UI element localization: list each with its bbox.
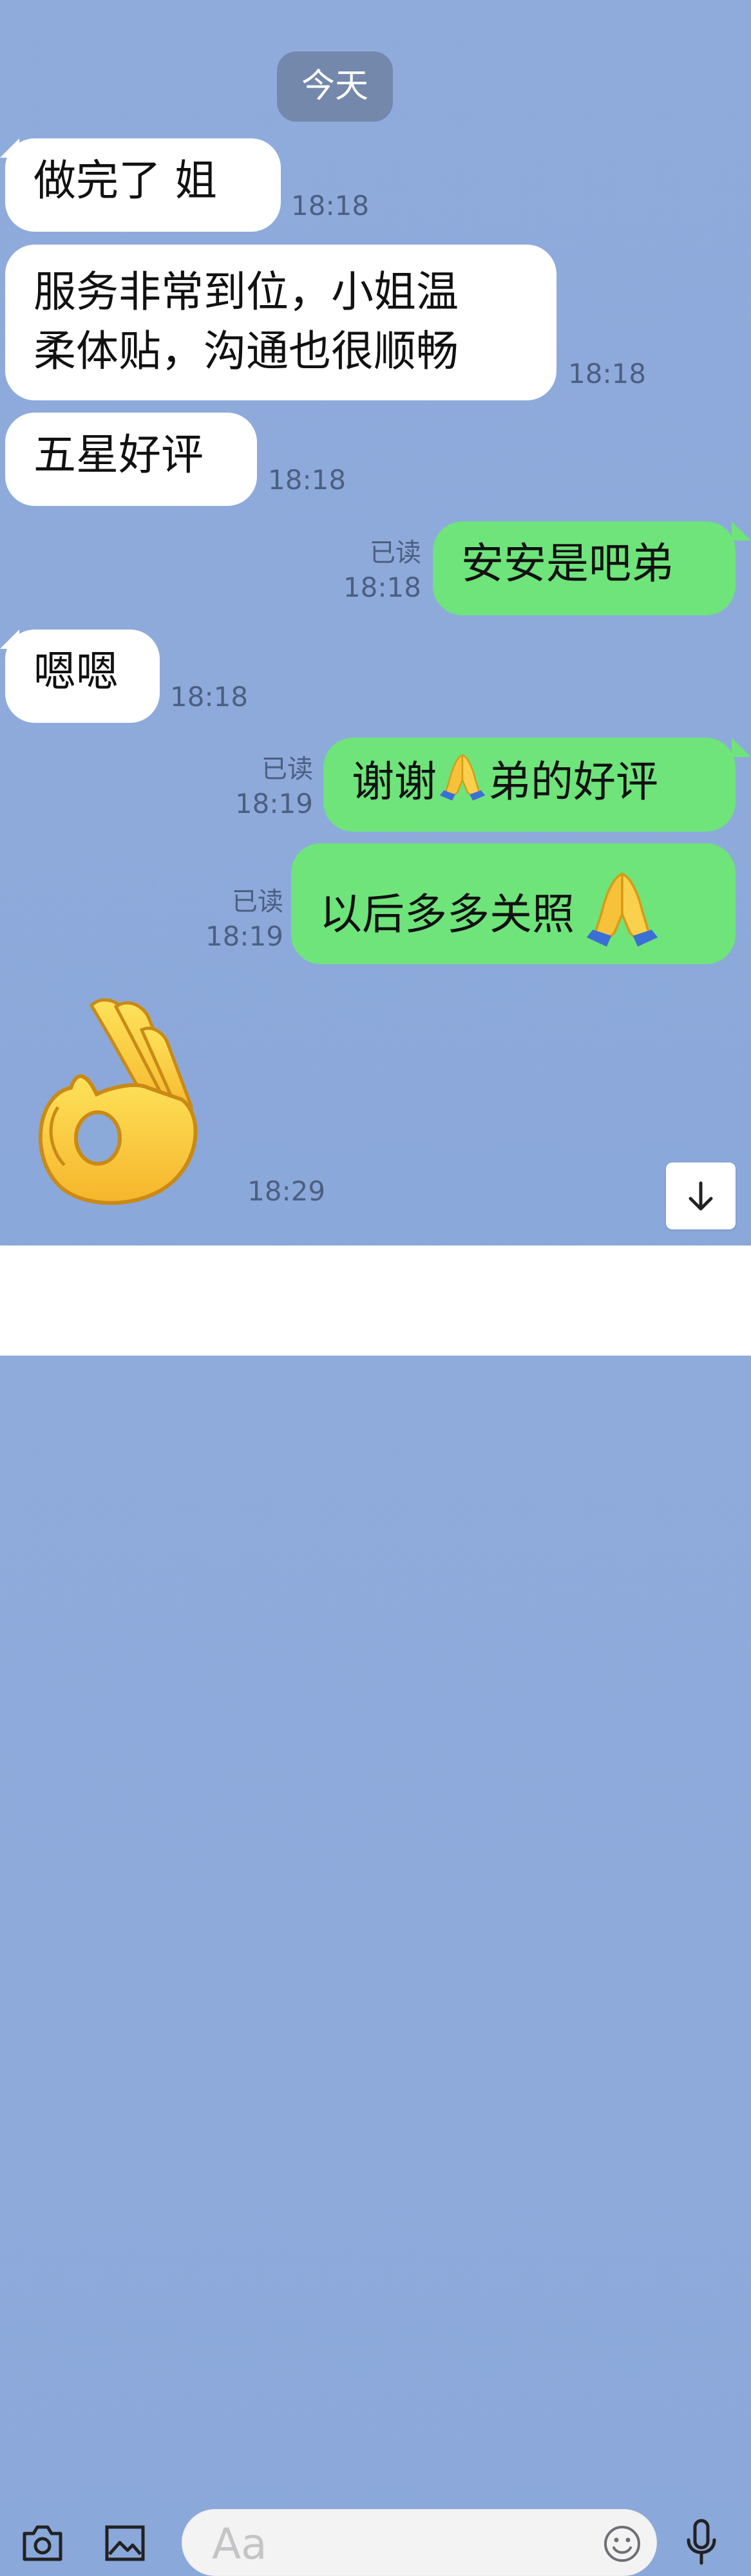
message-composer-bar (0, 1246, 751, 2576)
message-bubble-incoming[interactable]: 服务非常到位，小姐温 柔体贴，沟通也很顺畅 (5, 245, 556, 400)
message-text-line: 柔体贴，沟通也很顺畅 (33, 326, 459, 376)
message-text: 以后多多关照 (319, 890, 575, 940)
message-time: 18:29 (247, 1175, 326, 1207)
message-text: 嗯嗯 (33, 647, 119, 696)
message-bubble-incoming[interactable]: 五星好评 (5, 413, 257, 506)
message-input-container[interactable] (182, 2509, 657, 2576)
message-text: 做完了 姐 (33, 156, 217, 205)
message-text: 安安是吧弟 (461, 539, 674, 588)
read-label: 已读 (370, 538, 421, 568)
message-text-line: 服务非常到位，小姐温 (33, 267, 459, 317)
date-separator: 今天 (277, 51, 393, 122)
message-time: 18:18 (291, 190, 370, 221)
emoji-button[interactable] (602, 2524, 642, 2564)
message-time: 18:18 (268, 464, 347, 496)
ok-hand-sticker[interactable] (32, 991, 213, 1210)
chat-area: 今天 做完了 姐 18:18 服务非常到位，小姐温 柔体贴，沟通也很顺畅 18:… (0, 0, 751, 1246)
message-time: 18:18 (170, 681, 249, 713)
message-bubble-incoming[interactable]: 做完了 姐 (5, 138, 281, 232)
gallery-button[interactable] (102, 2520, 148, 2566)
message-bubble-outgoing[interactable]: 以后多多关照 (291, 843, 736, 964)
read-label: 已读 (232, 887, 283, 917)
smiley-icon (604, 2526, 640, 2562)
scroll-to-bottom-button[interactable] (666, 1162, 736, 1229)
bubble-tail (732, 521, 751, 541)
read-label: 已读 (261, 754, 313, 784)
microphone-icon (687, 2519, 716, 2565)
ok-hand-icon (38, 998, 198, 1205)
message-bubble-incoming[interactable]: 嗯嗯 (5, 630, 160, 723)
read-receipt: 已读 18:19 (197, 884, 283, 954)
message-time: 18:18 (568, 358, 647, 389)
camera-icon (23, 2525, 62, 2561)
read-receipt: 已读 18:19 (227, 752, 313, 821)
message-text: 弟的好评 (488, 757, 658, 807)
message-bubble-outgoing[interactable]: 谢谢 弟的好评 (323, 738, 736, 832)
message-text: 谢谢 (352, 757, 437, 807)
folded-hands-icon (584, 868, 661, 967)
bubble-tail (732, 738, 751, 757)
folded-hands-icon (437, 751, 488, 819)
arrow-down-icon (689, 1181, 713, 1211)
message-time: 18:19 (205, 920, 283, 952)
message-time: 18:19 (234, 788, 313, 819)
camera-button[interactable] (19, 2520, 66, 2566)
message-bubble-outgoing[interactable]: 安安是吧弟 (433, 521, 736, 615)
message-time: 18:18 (343, 572, 421, 603)
image-icon (105, 2525, 145, 2561)
read-receipt: 已读 18:18 (335, 536, 421, 605)
voice-button[interactable] (681, 2517, 721, 2568)
message-input[interactable] (211, 2517, 574, 2570)
message-text: 五星好评 (33, 430, 204, 480)
